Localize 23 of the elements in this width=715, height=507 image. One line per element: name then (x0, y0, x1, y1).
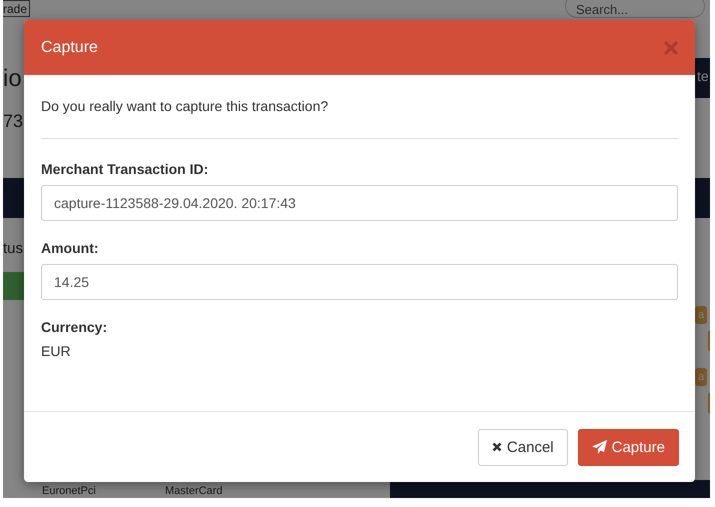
table-cell: EuronetPci (42, 485, 96, 497)
field-label: Currency: (41, 319, 108, 335)
dialog-title: Capture (41, 38, 98, 56)
badge: a (695, 368, 708, 386)
cancel-button[interactable]: Cancel (478, 428, 568, 466)
input-field[interactable]: 14.25 (41, 264, 678, 300)
tab[interactable]: rade (3, 0, 30, 17)
currency-value: EUR (41, 343, 72, 359)
heading-text: io (3, 66, 22, 92)
message-text: Do you really want to capture this transaction? (41, 98, 330, 114)
close-icon (492, 442, 502, 452)
search-field[interactable]: Search... (565, 0, 705, 18)
label-text: tus (3, 240, 24, 257)
close-icon[interactable] (664, 40, 678, 54)
table-cell: MasterCard (165, 485, 222, 497)
field-label: Merchant Transaction ID: (41, 161, 210, 177)
paper-plane-icon (592, 440, 607, 454)
capture-button[interactable]: Capture (578, 428, 679, 466)
heading-text: 73 (3, 112, 24, 132)
header-text: te (697, 68, 709, 84)
badge: a (695, 306, 708, 324)
field-label: Amount: (41, 240, 100, 256)
input-field[interactable]: capture-1123588-29.04.2020. 20:17:43 (41, 185, 678, 221)
